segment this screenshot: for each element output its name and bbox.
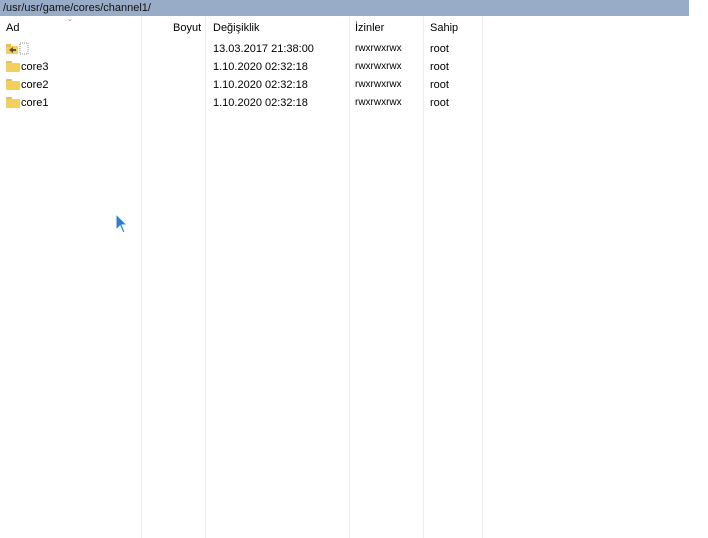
parent-directory-row[interactable]: 13.03.2017 21:38:00 rwxrwxrwx root	[0, 40, 689, 58]
sort-caret-icon: ⌄	[67, 16, 73, 23]
path-bar[interactable]: /usr/usr/game/cores/channel1/	[0, 0, 689, 16]
column-header-size[interactable]: Boyut	[173, 22, 201, 34]
permissions: rwxrwxrwx	[355, 61, 402, 72]
folder-icon	[6, 61, 20, 72]
owner: root	[430, 79, 449, 91]
column-header: ⌄ Ad Boyut Değişiklik İzinler Sahip	[0, 16, 689, 39]
owner: root	[430, 97, 449, 109]
permissions: rwxrwxrwx	[355, 79, 402, 90]
modified-date: 1.10.2020 02:32:18	[213, 61, 308, 73]
parent-folder-icon	[6, 42, 32, 56]
list-item[interactable]: core3 1.10.2020 02:32:18 rwxrwxrwx root	[0, 58, 689, 76]
mouse-cursor-icon	[115, 213, 129, 234]
list-item[interactable]: core1 1.10.2020 02:32:18 rwxrwxrwx root	[0, 94, 689, 112]
file-name: core1	[21, 97, 49, 109]
modified-date: 1.10.2020 02:32:18	[213, 79, 308, 91]
column-header-name[interactable]: Ad	[6, 22, 19, 34]
modified-date: 13.03.2017 21:38:00	[213, 43, 314, 55]
modified-date: 1.10.2020 02:32:18	[213, 97, 308, 109]
permissions: rwxrwxrwx	[355, 97, 402, 108]
permissions: rwxrwxrwx	[355, 43, 402, 54]
list-item[interactable]: core2 1.10.2020 02:32:18 rwxrwxrwx root	[0, 76, 689, 94]
folder-icon	[6, 79, 20, 90]
owner: root	[430, 43, 449, 55]
file-name: core3	[21, 61, 49, 73]
column-header-permissions[interactable]: İzinler	[355, 22, 384, 34]
file-list-panel[interactable]: ⌄ Ad Boyut Değişiklik İzinler Sahip 13.0…	[0, 16, 689, 538]
folder-icon	[6, 97, 20, 108]
owner: root	[430, 61, 449, 73]
file-name: core2	[21, 79, 49, 91]
column-header-owner[interactable]: Sahip	[430, 22, 458, 34]
column-header-modified[interactable]: Değişiklik	[213, 22, 259, 34]
